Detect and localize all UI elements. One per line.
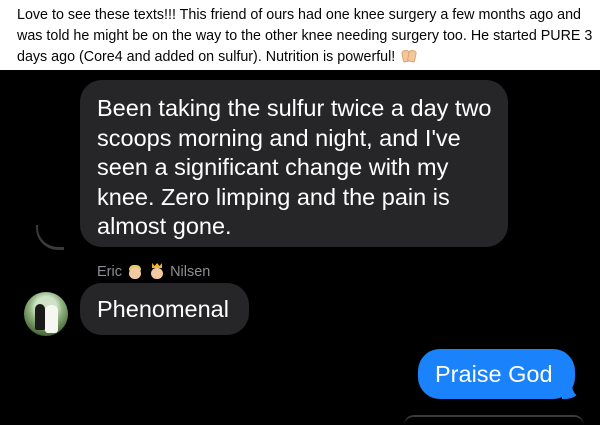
post-caption: Love to see these texts!!! This friend o…	[0, 0, 600, 70]
received-message-bubble[interactable]: Been taking the sulfur twice a day two s…	[80, 80, 508, 247]
received-message-bubble[interactable]: Phenomenal	[80, 283, 249, 335]
bubble-tail-icon	[36, 225, 64, 250]
blond-person-icon	[128, 263, 142, 279]
crown-icon	[150, 263, 164, 279]
sender-first-name: Eric	[97, 264, 122, 280]
caption-text: Love to see these texts!!! This friend o…	[17, 7, 593, 65]
next-bubble-edge	[404, 415, 584, 425]
avatar[interactable]	[24, 292, 68, 336]
message-text: Praise God	[435, 361, 553, 387]
sender-name: Eric Nilsen	[97, 262, 210, 282]
message-thread[interactable]: Been taking the sulfur twice a day two s…	[0, 70, 600, 423]
message-text: Been taking the sulfur twice a day two s…	[97, 95, 492, 239]
sender-last-name: Nilsen	[170, 264, 211, 280]
raised-hands-icon	[401, 49, 418, 63]
message-text: Phenomenal	[97, 296, 229, 322]
sent-message-bubble[interactable]: Praise God	[418, 349, 575, 399]
